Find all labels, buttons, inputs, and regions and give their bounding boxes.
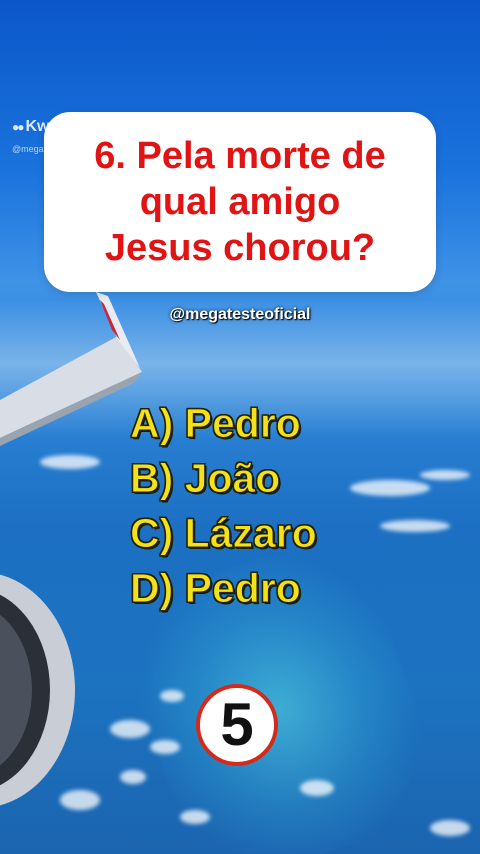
option-d: D) Pedro	[130, 565, 302, 612]
question-text: 6. Pela morte de qual amigo Jesus chorou…	[94, 135, 386, 269]
option-c: C) Lázaro	[130, 510, 318, 557]
countdown-timer: 5	[196, 684, 278, 766]
channel-handle: @megatesteoficial	[169, 306, 311, 323]
kwai-logo-icon: ●●	[12, 120, 24, 134]
answer-options: A) Pedro B) João C) Lázaro D) Pedro	[130, 396, 318, 616]
countdown-value: 5	[220, 691, 254, 758]
question-card: 6. Pela morte de qual amigo Jesus chorou…	[44, 112, 436, 292]
option-b: B) João	[130, 455, 281, 502]
option-a: A) Pedro	[130, 400, 302, 447]
airplane-engine	[0, 574, 75, 806]
